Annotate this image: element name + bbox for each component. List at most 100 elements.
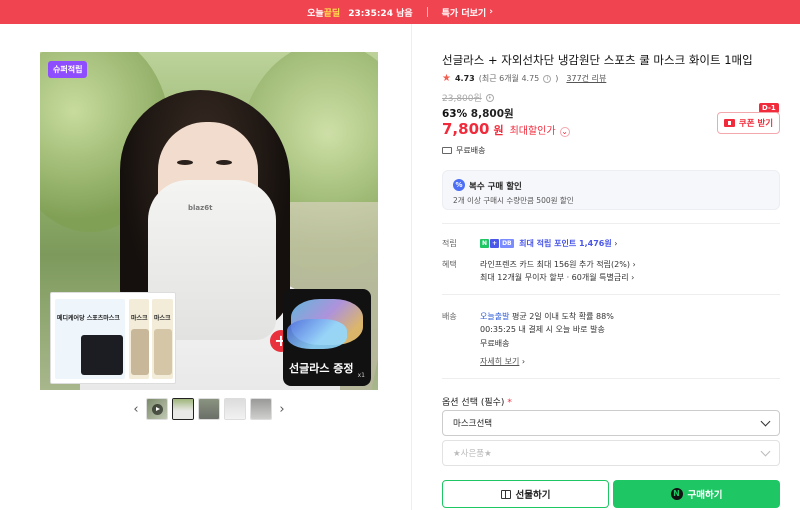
thumbnail-image [251,399,271,419]
section-divider [442,223,780,224]
npay-badge-n: N [480,239,490,248]
multi-buy-title: 복수 구매 할인 [469,182,522,192]
gift-option-select[interactable]: ★사은품★ [442,440,780,466]
promo-more-label: 특가 더보기 [441,8,487,19]
info-icon[interactable]: i [485,93,494,102]
original-price: 23,800원 [442,94,482,104]
sunglasses-image [287,319,347,349]
super-points-badge: 슈퍼적립 [48,61,88,78]
discount-price: 8,800원 [470,108,514,120]
chevron-down-icon [760,446,771,456]
chevron-right-icon: › [632,260,636,269]
multi-buy-discount-box: % 복수 구매 할인 2개 이상 구매시 수량만큼 500원 할인 [442,170,780,210]
chevron-right-icon[interactable]: › [276,400,288,418]
thumbnail-item[interactable] [172,398,194,420]
npay-badge: N + DB [480,239,514,248]
thumbnail-item[interactable] [198,398,220,420]
benefit-label: 혜택 [442,260,457,269]
discount-row: 63% 8,800원 [442,106,514,121]
cutoff-detail: 내 결제 시 오늘 바로 발송 [518,325,605,334]
promo-more-link[interactable]: 특가 더보기 › [442,6,493,19]
main-product-image[interactable]: blaz6t 슈퍼적립 메디케어당 스포츠마스크 마스크 마스크 + 선글라스 … [40,52,378,390]
section-divider [442,378,780,379]
gift-icon [500,489,511,499]
option-label-text: 옵션 선택 (필수) [442,398,505,408]
delivery-cutoff-row: 00:35:25 내 결제 시 오늘 바로 발송 [480,324,605,335]
play-icon [152,404,163,415]
thumbnail-item[interactable] [250,398,272,420]
points-row[interactable]: N + DB 최대 적립 포인트 1,476원 › [480,238,617,249]
delivery-label: 배송 [442,312,457,321]
rating-recent-close: ) [555,74,559,83]
points-label: 적립 [442,239,457,248]
details-link-label: 자세히 보기 [480,357,520,366]
required-mark: * [507,398,512,408]
coupon-button[interactable]: 쿠폰 받기 [717,112,780,134]
mask-logo: blaz6t [188,204,213,212]
coupon-icon [723,119,735,127]
delivery-today-row: 오늘출발 평균 2일 이내 도착 확률 88% [480,311,614,322]
gift-button[interactable]: 선물하기 [442,480,609,508]
today-dispatch-label: 오늘출발 [480,312,510,321]
black-mask-swatch [81,335,123,375]
benefit-line-2[interactable]: 최대 12개월 무이자 할부 · 60개월 특별금리 › [480,272,634,283]
final-price-unit: 원 [493,124,504,137]
gift-option-value: ★사은품★ [453,449,492,459]
truck-icon [442,147,452,154]
npay-badge-plus: + [490,239,500,248]
package-image: 메디케어당 스포츠마스크 마스크 마스크 [50,292,176,384]
beige-mask-swatch [154,329,172,375]
card-benefit-text: 라인프렌즈 카드 최대 156원 추가 적립(2%) [480,260,630,269]
thumbnail-video[interactable] [146,398,168,420]
chevron-left-icon[interactable]: ‹ [130,400,142,418]
model-eye [177,160,193,165]
package-label: 메디케어당 스포츠마스크 [57,315,120,322]
arrival-probability: 평균 2일 이내 도착 확률 88% [512,312,614,321]
shipping-fee-text: 무료배송 [456,146,486,155]
product-title: 선글라스 + 자외선차단 냉감원단 스포츠 쿨 마스크 화이트 1매입 [442,53,753,67]
chevron-right-icon: › [521,357,526,366]
gift-quantity: x1 [357,372,365,379]
promo-timer: 23:35:24 남음 [348,8,413,19]
package-label: 마스크 [131,315,148,322]
mask-option-value: 마스크선택 [453,419,493,429]
option-label: 옵션 선택 (필수) * [442,395,512,408]
thumbnail-image [199,399,219,419]
thumbnail-image [225,399,245,419]
max-discount-label: 최대할인가 [509,126,556,137]
thumbnail-item[interactable] [224,398,246,420]
review-count-link[interactable]: 377건 리뷰 [566,73,606,84]
section-divider [442,294,780,295]
thumbnail-strip: ‹ › [130,398,288,420]
delivery-details-link[interactable]: 자세히 보기 › [480,356,525,367]
installment-text: 최대 12개월 무이자 할부 · 60개월 특별금리 [480,273,629,282]
chevron-down-icon [760,416,771,426]
promo-bar[interactable]: 오늘끝딜 23:35:24 남음 특가 더보기 › [0,0,800,24]
npay-badge-db: DB [500,239,514,248]
buy-button[interactable]: N 구매하기 [613,480,780,508]
multi-buy-desc: 2개 이상 구매시 수량만큼 500원 할인 [453,196,574,205]
cutoff-time: 00:35:25 [480,325,516,334]
coupon-label: 쿠폰 받기 [738,119,774,129]
discount-icon: % [453,179,465,191]
delivery-fee: 무료배송 [480,339,510,348]
final-price-row[interactable]: 7,800 원 최대할인가 ⌄ [442,120,570,138]
original-price-row: 23,800원 i [442,91,494,104]
buy-button-label: 구매하기 [687,490,723,501]
chevron-right-icon: › [614,239,618,248]
benefit-line-1[interactable]: 라인프렌즈 카드 최대 156원 추가 적립(2%) › [480,259,636,270]
chevron-down-icon[interactable]: ⌄ [559,127,570,137]
promo-brand-highlight: 끝딜 [323,8,341,19]
panel-divider [411,24,412,510]
max-points-text: 최대 적립 포인트 1,476원 [519,239,612,248]
info-icon[interactable]: i [543,74,552,83]
promo-separator [426,7,428,17]
gift-button-label: 선물하기 [515,490,551,501]
final-price: 7,800 [442,120,490,138]
rating-recent: (최근 6개월 4.75 [478,74,540,83]
thumbnail-image [173,399,193,419]
chevron-right-icon: › [631,273,635,282]
gift-text: 선글라스 증정 [289,362,354,375]
mask-option-select[interactable]: 마스크선택 [442,410,780,436]
chevron-right-icon: › [489,7,493,17]
